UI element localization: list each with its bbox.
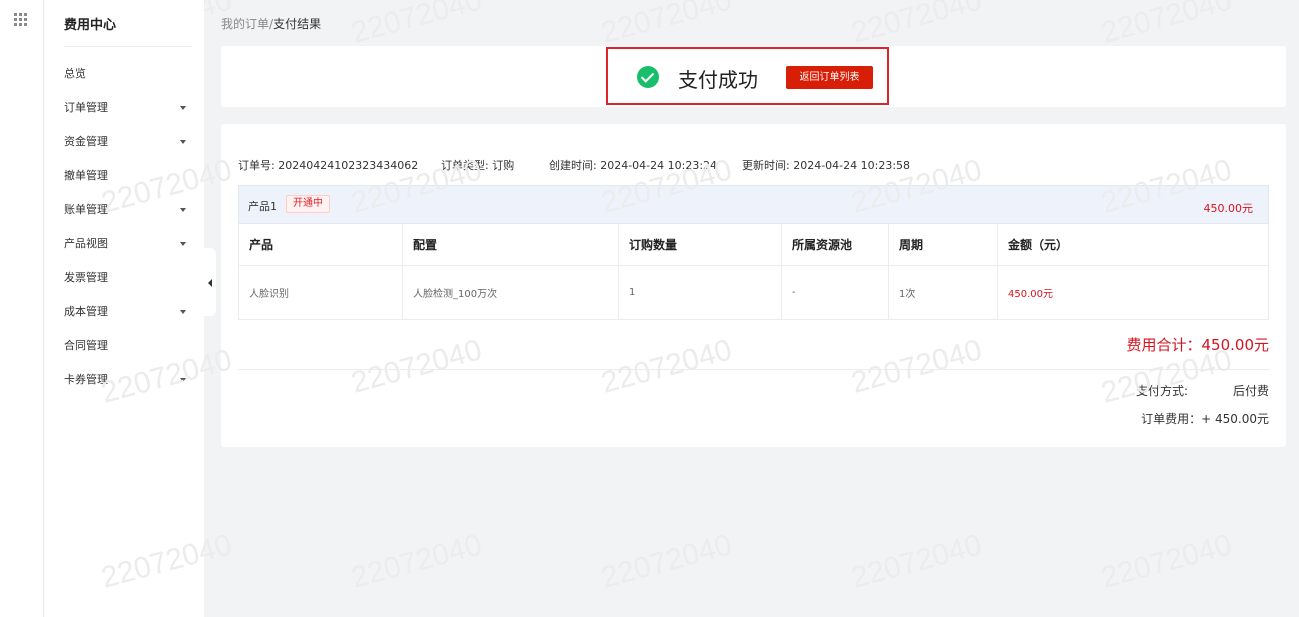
sidebar-item-contracts[interactable]: 合同管理 [44,329,204,363]
watermark: 22072040 [847,528,986,595]
sidebar-item-label: 合同管理 [64,339,108,352]
sidebar-item-funds[interactable]: 资金管理 [44,125,204,159]
app-rail [0,0,44,617]
chevron-down-icon [180,242,186,246]
table-header-row: 产品 配置 订购数量 所属资源池 周期 金额（元） [239,224,1268,266]
sidebar-item-invoices[interactable]: 发票管理 [44,261,204,295]
product-name: 产品1 [248,200,277,213]
divider [64,46,192,47]
breadcrumb: 我的订单/支付结果 [221,15,321,32]
sidebar: 费用中心 总览 订单管理 资金管理 撤单管理 账单管理 产品视图 发票管理 成本… [44,0,204,617]
order-updated-time: 更新时间: 2024-04-24 10:23:58 [742,157,910,173]
watermark: 22072040 [1097,528,1236,595]
back-to-orders-button[interactable]: 返回订单列表 [786,66,873,89]
table-header-cell: 金额（元） [1008,238,1069,252]
order-type-label: 订单类型: [441,159,489,172]
chevron-left-icon [208,279,212,287]
table-header-cell: 所属资源池 [782,224,889,265]
watermark: 22072040 [597,528,736,595]
sidebar-item-label: 撤单管理 [64,169,108,182]
sidebar-item-orders[interactable]: 订单管理 [44,91,204,125]
order-id-value: 20240424102323434062 [278,159,419,172]
table-cell-product: 人脸识别 [239,266,403,319]
order-type: 订单类型: 订购 [441,157,514,173]
watermark: 22072040 [847,0,986,50]
sidebar-item-label: 资金管理 [64,135,108,148]
watermark: 22072040 [347,0,486,50]
created-label: 创建时间: [549,159,597,172]
watermark: 22072040 [347,528,486,595]
table-header-cell: 周期 [889,224,998,265]
sidebar-menu: 总览 订单管理 资金管理 撤单管理 账单管理 产品视图 发票管理 成本管理 合同… [44,57,204,397]
table-header-cell: 配置 [403,224,619,265]
total-amount: 费用合计：450.00元 [1126,336,1270,354]
sidebar-item-label: 卡券管理 [64,373,108,386]
sidebar-item-label: 订单管理 [64,101,108,114]
chevron-down-icon [180,106,186,110]
sidebar-item-cancellations[interactable]: 撤单管理 [44,159,204,193]
order-type-value: 订购 [492,159,515,172]
sidebar-item-coupons[interactable]: 卡券管理 [44,363,204,397]
order-fee: 订单费用：+ 450.00元 [1141,412,1269,426]
table-cell-amount: 450.00元 [1008,289,1053,300]
sidebar-title: 费用中心 [64,18,117,33]
payment-method-value: 后付费 [1232,384,1269,398]
order-items-table: 产品 配置 订购数量 所属资源池 周期 金额（元） 人脸识别 人脸检测_100万… [238,224,1269,320]
table-cell-config: 人脸检测_100万次 [403,266,619,319]
table-cell-resource-pool: - [782,266,889,319]
updated-value: 2024-04-24 10:23:58 [793,159,911,172]
sidebar-item-product-view[interactable]: 产品视图 [44,227,204,261]
table-cell-period: 1次 [889,266,998,319]
sidebar-item-label: 发票管理 [64,271,108,284]
sidebar-item-label: 产品视图 [64,237,108,250]
breadcrumb-link-my-orders[interactable]: 我的订单 [221,17,269,31]
sidebar-item-label: 成本管理 [64,305,108,318]
table-header-cell: 订购数量 [619,224,782,265]
sidebar-item-label: 总览 [64,67,86,80]
apps-grid-icon[interactable] [14,13,27,26]
updated-label: 更新时间: [742,159,790,172]
product-price: 450.00元 [1203,202,1254,215]
created-value: 2024-04-24 10:23:24 [600,159,718,172]
chevron-down-icon [180,378,186,382]
chevron-down-icon [180,140,186,144]
breadcrumb-current: 支付结果 [273,17,322,31]
order-created-time: 创建时间: 2024-04-24 10:23:24 [549,157,717,173]
payment-method-label: 支付方式: [1136,384,1189,398]
table-cell-quantity: 1 [619,266,782,319]
watermark: 22072040 [1097,0,1236,50]
chevron-down-icon [180,208,186,212]
sidebar-item-costs[interactable]: 成本管理 [44,295,204,329]
status-badge: 开通中 [286,195,330,213]
order-id-label: 订单号: [238,159,275,172]
divider [238,369,1269,370]
chevron-down-icon [180,310,186,314]
check-circle-icon [637,66,659,88]
sidebar-collapse-button[interactable] [204,248,216,316]
table-row: 人脸识别 人脸检测_100万次 1 - 1次 450.00元 [239,266,1268,319]
watermark: 22072040 [597,0,736,50]
payment-status-text: 支付成功 [678,68,758,92]
sidebar-item-bills[interactable]: 账单管理 [44,193,204,227]
table-header-cell: 产品 [239,224,403,265]
order-id: 订单号: 20240424102323434062 [238,157,418,173]
sidebar-item-overview[interactable]: 总览 [44,57,204,91]
product-group-header [238,185,1269,224]
sidebar-item-label: 账单管理 [64,203,108,216]
